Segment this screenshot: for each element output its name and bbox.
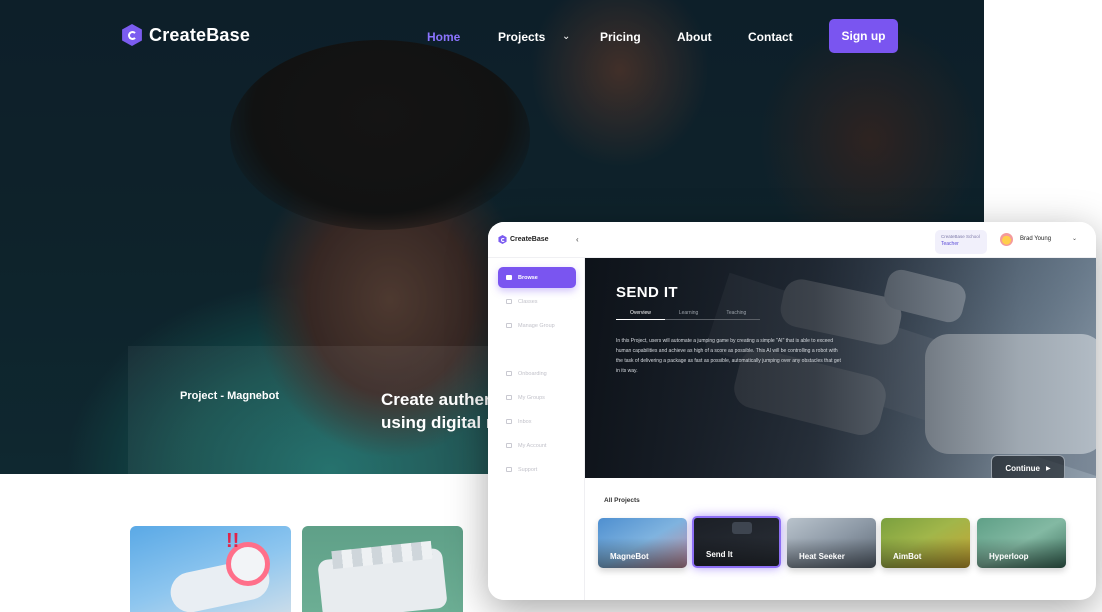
app-window: CreateBase ‹ CreateBase School Teacher B… (488, 222, 1096, 600)
nav-home[interactable]: Home (427, 30, 460, 44)
avatar[interactable] (1000, 233, 1013, 246)
site-brand-name: CreateBase (149, 24, 251, 45)
nav-contact[interactable]: Contact (748, 30, 793, 44)
app-logo[interactable]: CreateBase (498, 235, 549, 244)
hero-project-label: Project - Magnebot (180, 390, 280, 402)
role-label: Teacher (941, 241, 959, 247)
sidebar-item-label: Onboarding (518, 370, 547, 377)
project-tile-name: Hyperloop (989, 552, 1029, 561)
onboarding-icon (506, 371, 512, 376)
project-description: In this Project, users will automate a j… (616, 338, 841, 374)
sidebar-item-label: Inbox (518, 418, 532, 425)
logo-icon (122, 24, 142, 46)
manage-group-icon (506, 323, 512, 328)
hero-tagline-line1: Create authen (381, 390, 493, 409)
play-icon: ▶ (1046, 466, 1051, 472)
chevron-down-icon[interactable]: ⌄ (562, 31, 570, 42)
tab-learning[interactable]: Learning (664, 310, 713, 320)
nav-pricing[interactable]: Pricing (600, 30, 641, 44)
browse-icon (506, 275, 512, 280)
classes-icon (506, 299, 512, 304)
hero-tagline: Create authen using digital r (381, 388, 493, 434)
sidebar-item-my-account[interactable]: My Account (498, 435, 576, 456)
sidebar-item-onboarding[interactable]: Onboarding (498, 363, 576, 384)
groups-icon (506, 395, 512, 400)
role-switcher[interactable]: CreateBase School Teacher (935, 230, 987, 254)
chevron-left-icon[interactable]: ‹ (576, 235, 579, 244)
school-name: CreateBase School (941, 234, 980, 239)
sidebar: Browse Classes Manage Group Onboarding M… (488, 258, 585, 600)
project-tile-name: MagneBot (610, 552, 649, 561)
project-title: SEND IT (616, 284, 678, 301)
project-banner: SEND IT Overview Learning Teaching In th… (585, 258, 1096, 478)
all-projects-heading: All Projects (604, 497, 640, 504)
support-icon (506, 467, 512, 472)
user-name[interactable]: Brad Young (1020, 236, 1051, 242)
sidebar-item-browse[interactable]: Browse (498, 267, 576, 288)
project-tile-heat-seeker[interactable]: Heat Seeker (787, 518, 876, 568)
sidebar-item-label: Manage Group (518, 322, 555, 329)
hero-tagline-line2: using digital r (381, 413, 493, 432)
sidebar-item-label: My Groups (518, 394, 545, 401)
project-tile-send-it[interactable]: Send It (692, 516, 781, 568)
nav-projects[interactable]: Projects (498, 30, 545, 44)
sidebar-item-label: Classes (518, 298, 538, 305)
project-card-image-hyperloop[interactable] (302, 526, 463, 612)
project-card-image-magnebot[interactable]: !! (130, 526, 291, 612)
account-icon (506, 443, 512, 448)
app-topbar: CreateBase ‹ CreateBase School Teacher B… (488, 222, 1096, 258)
continue-label: Continue (1005, 464, 1041, 473)
project-tile-hyperloop[interactable]: Hyperloop (977, 518, 1066, 568)
project-tabs: Overview Learning Teaching (616, 310, 761, 320)
exclamation-icon: !! (226, 530, 240, 552)
site-logo[interactable]: CreateBase (121, 24, 250, 46)
chevron-down-icon[interactable]: ⌄ (1072, 235, 1077, 242)
project-tile-name: AimBot (893, 552, 922, 561)
inbox-icon (506, 419, 512, 424)
sidebar-item-manage-group[interactable]: Manage Group (498, 315, 576, 336)
sidebar-item-label: Browse (518, 274, 538, 281)
sidebar-item-my-groups[interactable]: My Groups (498, 387, 576, 408)
sidebar-item-classes[interactable]: Classes (498, 291, 576, 312)
sidebar-item-label: My Account (518, 442, 547, 449)
nav-about[interactable]: About (677, 30, 712, 44)
project-tile-name: Heat Seeker (799, 552, 845, 561)
app-brand-name: CreateBase (510, 236, 549, 243)
sidebar-item-support[interactable]: Support (498, 459, 576, 480)
sidebar-item-inbox[interactable]: Inbox (498, 411, 576, 432)
project-tile-name: Send It (706, 550, 733, 559)
logo-icon (498, 235, 507, 244)
tab-teaching[interactable]: Teaching (712, 310, 761, 320)
sidebar-item-label: Support (518, 466, 538, 473)
project-tile-aimbot[interactable]: AimBot (881, 518, 970, 568)
project-tile-magnebot[interactable]: MagneBot (598, 518, 687, 568)
tab-overview[interactable]: Overview (616, 310, 665, 320)
continue-button[interactable]: Continue ▶ (991, 455, 1065, 478)
signup-button[interactable]: Sign up (829, 19, 898, 53)
